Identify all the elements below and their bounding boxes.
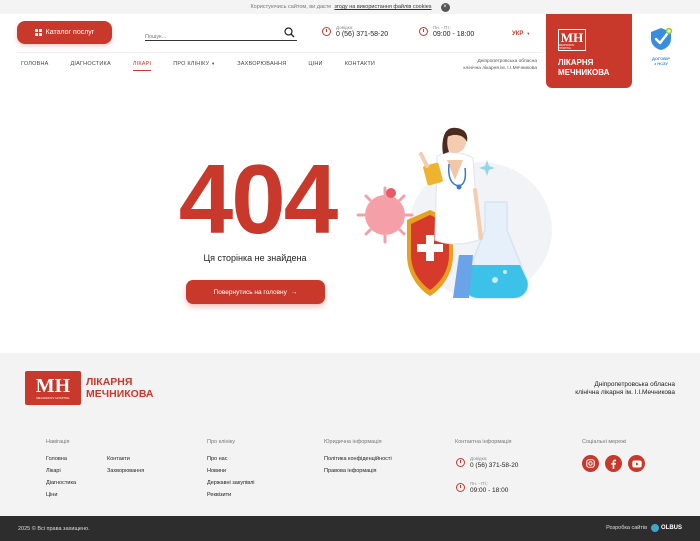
footer-hours: Пн. - Пт.: 09:00 - 18:00: [456, 481, 508, 494]
footer-logo-title-line-1: ЛІКАРНЯ: [86, 376, 133, 388]
footer-hours-label: Пн. - Пт.:: [470, 481, 489, 486]
nav-item-contacts[interactable]: КОНТАКТИ: [345, 61, 375, 67]
clock-icon: [419, 27, 428, 36]
footer-about-heading: Про клініку: [207, 439, 235, 445]
header-logo[interactable]: MH MECHNIKOV HOSPITAL ЛІКАРНЯ МЕЧНИКОВА: [546, 14, 632, 88]
org-line-2: клінічна лікарня ім. І.І.Мечникова: [463, 66, 537, 71]
close-icon[interactable]: ×: [440, 2, 450, 12]
virus-icon: [356, 186, 414, 244]
footer-link-contacts[interactable]: Контакти: [107, 456, 130, 462]
chevron-down-icon: ▼: [526, 31, 531, 36]
error-code: 404: [178, 144, 339, 254]
cookie-link[interactable]: згоду на використання файлів cookies: [334, 4, 431, 10]
logo-mark-caption: MECHNIKOV HOSPITAL: [559, 43, 575, 50]
developer-credit[interactable]: Розробка сайтів OLBUS: [606, 524, 682, 532]
footer-link-procurement[interactable]: Державні закупівлі: [207, 480, 255, 486]
footer-link-privacy[interactable]: Політика конфіденційності: [324, 456, 392, 462]
footer-logo[interactable]: MH MECHNIKOV HOSPITAL: [25, 371, 81, 405]
developer-label: Розробка сайтів: [606, 525, 647, 531]
footer-nav-heading: Навігація: [46, 439, 70, 445]
search-input[interactable]: [145, 30, 275, 44]
nav-item-about[interactable]: ПРО КЛІНІКУ ▼: [173, 61, 215, 67]
facebook-button[interactable]: [605, 455, 622, 472]
nav-item-prices[interactable]: ЦІНИ: [308, 61, 322, 67]
grid-icon: [34, 29, 42, 36]
olbus-icon: [651, 524, 659, 532]
nszu-line-2: з НСЗУ: [654, 61, 668, 66]
developer-logo: OLBUS: [651, 524, 682, 532]
back-home-label: Повернутись на головну: [213, 288, 287, 296]
footer-link-news[interactable]: Новини: [207, 468, 226, 474]
shield-icon: [651, 27, 673, 50]
search-box: [145, 25, 297, 44]
clock-icon: [456, 483, 465, 492]
logo-mark: MH MECHNIKOV HOSPITAL: [558, 29, 586, 51]
footer-social-heading: Соціальні мережі: [582, 439, 627, 445]
footer-org-line-1: Дніпропетровська обласна: [594, 381, 675, 388]
catalog-label: Каталог послуг: [45, 29, 95, 36]
language-value: УКР: [512, 31, 524, 37]
footer-link-about-us[interactable]: Про нас: [207, 456, 227, 462]
footer-contact-heading: Контактна інформація: [455, 439, 512, 445]
instagram-icon: [586, 459, 595, 468]
catalog-button[interactable]: Каталог послуг: [17, 21, 112, 44]
logo-title-line-2: МЕЧНИКОВА: [558, 68, 610, 77]
error-message: Ця сторінка не знайдена: [203, 253, 307, 263]
cookie-text: Користуючись сайтом, ви даєте: [250, 4, 332, 10]
footer-link-legal[interactable]: Правова інформація: [324, 468, 377, 474]
developer-brand: OLBUS: [661, 525, 682, 531]
footer-logo-title: ЛІКАРНЯ МЕЧНИКОВА: [86, 376, 153, 400]
header-hours: Пн. - Пт.: 09:00 - 18:00: [419, 25, 474, 38]
footer-org-line-2: клінічна лікарня ім. І.І.Мечникова: [575, 389, 675, 396]
youtube-icon: [631, 460, 642, 467]
nav-item-home[interactable]: ГОЛОВНА: [21, 61, 48, 67]
footer-link-prices[interactable]: Ціни: [46, 492, 57, 498]
nav-item-about-label: ПРО КЛІНІКУ: [173, 61, 210, 67]
doctor-illustration: [356, 127, 552, 299]
nav-item-diagnostics[interactable]: ДІАГНОСТИКА: [70, 61, 110, 67]
phone-icon: [456, 458, 465, 467]
logo-mark-letters: MH: [560, 29, 584, 45]
footer-logo-caption: MECHNIKOV HOSPITAL: [36, 396, 70, 400]
logo-title-line-1: ЛІКАРНЯ: [558, 58, 594, 67]
facebook-icon: [611, 459, 616, 469]
footer-link-requisites[interactable]: Реквізити: [207, 492, 231, 498]
header-org-name: Дніпропетровська обласна клінічна лікарн…: [452, 58, 537, 72]
header-divider: [17, 52, 542, 53]
logo-title: ЛІКАРНЯ МЕЧНИКОВА: [558, 58, 609, 78]
hours-value: 09:00 - 18:00: [433, 31, 475, 38]
footer-link-doctors[interactable]: Лікарі: [46, 468, 61, 474]
instagram-button[interactable]: [582, 455, 599, 472]
footer-logo-letters: MH: [35, 375, 71, 397]
footer-org-name: Дніпропетровська обласна клінічна лікарн…: [520, 381, 675, 397]
phone-icon: [322, 27, 331, 36]
copyright: 2025 © Всі права захищено.: [18, 526, 90, 532]
language-selector[interactable]: УКР ▼: [512, 31, 530, 37]
main-nav: ГОЛОВНА ДІАГНОСТИКА ЛІКАРІ ПРО КЛІНІКУ ▼…: [21, 61, 397, 71]
back-home-button[interactable]: Повернутись на головну →: [186, 280, 325, 304]
search-icon[interactable]: [284, 27, 295, 38]
bottom-bar: 2025 © Всі права захищено. Розробка сайт…: [0, 516, 700, 541]
footer-legal-heading: Юридична інформація: [324, 439, 382, 445]
cookie-bar: Користуючись сайтом, ви даєте згоду на в…: [0, 0, 700, 14]
footer-logo-title-line-2: МЕЧНИКОВА: [86, 388, 154, 400]
footer-link-home[interactable]: Головна: [46, 456, 67, 462]
org-line-1: Дніпропетровська обласна: [477, 59, 537, 64]
phone-number[interactable]: 0 (56) 371-58-20: [336, 31, 388, 38]
footer-phone-number[interactable]: 0 (56) 371-58-20: [470, 462, 518, 469]
footer-phone: Довідка: 0 (56) 371-58-20: [456, 456, 518, 469]
footer-link-diseases[interactable]: Захворювання: [107, 468, 144, 474]
arrow-right-icon: →: [290, 288, 298, 296]
phone-label: Довідка:: [336, 25, 354, 30]
nav-item-diseases[interactable]: ЗАХВОРЮВАННЯ: [237, 61, 286, 67]
footer-hours-value: 09:00 - 18:00: [470, 487, 509, 494]
footer-link-diagnostics[interactable]: Діагностика: [46, 480, 76, 486]
nszu-badge[interactable]: ДОГОВІР з НСЗУ: [648, 27, 674, 66]
footer-phone-label: Довідка:: [470, 456, 488, 461]
nav-item-doctors[interactable]: ЛІКАРІ: [132, 61, 152, 71]
header-phone: Довідка: 0 (56) 371-58-20: [322, 25, 388, 38]
chevron-down-icon: ▼: [211, 61, 216, 66]
hours-label: Пн. - Пт.:: [433, 25, 452, 30]
youtube-button[interactable]: [628, 455, 645, 472]
